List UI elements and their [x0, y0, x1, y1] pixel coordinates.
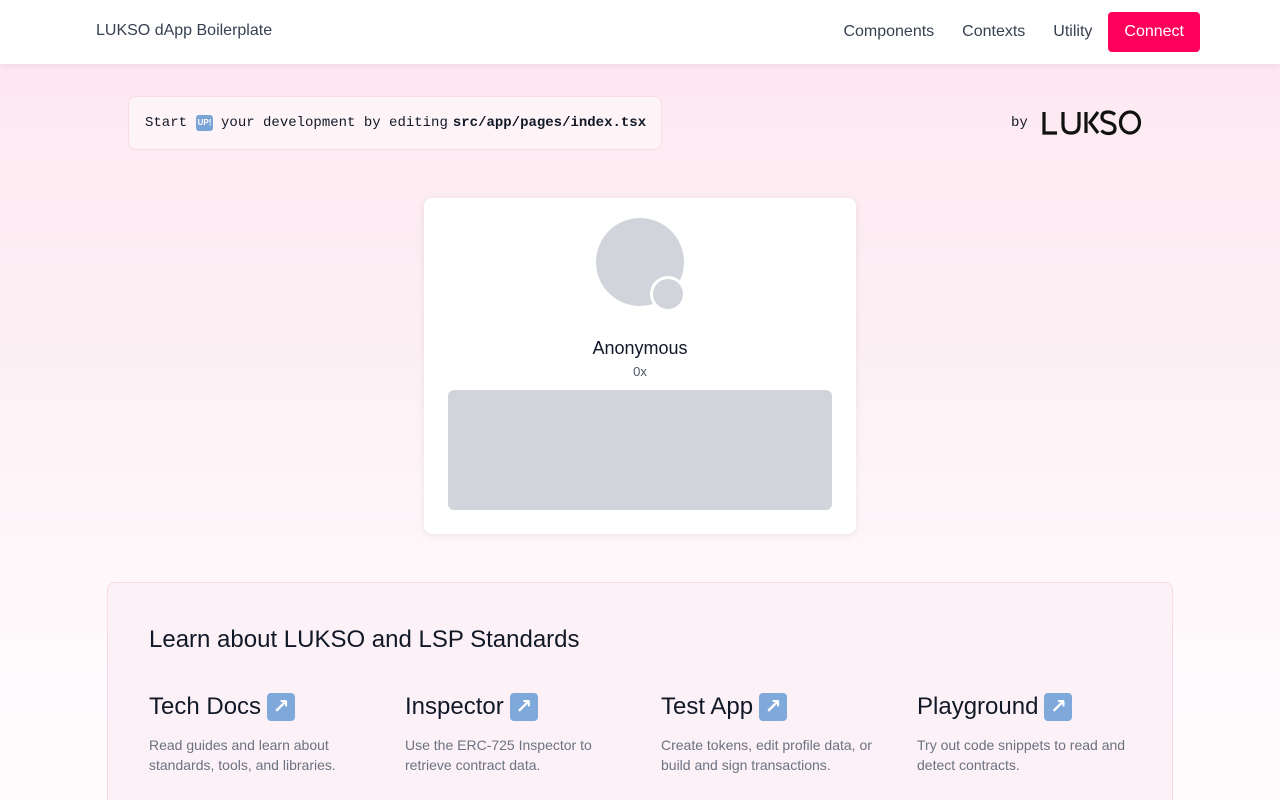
- up-emoji-icon: UP!: [196, 115, 214, 131]
- learn-section-title: Learn about LUKSO and LSP Standards: [149, 626, 580, 653]
- learn-card-playground[interactable]: Playground ↗ Try out code snippets to re…: [917, 693, 1147, 775]
- banner-file-path: src/app/pages/index.tsx: [452, 115, 647, 131]
- by-label: by: [1011, 115, 1028, 131]
- banner-prefix: Start: [145, 115, 188, 131]
- learn-card-description: Create tokens, edit profile data, or bui…: [661, 737, 872, 773]
- profile-address: 0x: [633, 364, 647, 379]
- learn-card-description: Try out code snippets to read and detect…: [917, 737, 1126, 773]
- nav-contexts[interactable]: Contexts: [962, 23, 1025, 41]
- profile-card: Anonymous 0x: [424, 198, 856, 534]
- learn-card-title-row: Tech Docs ↗: [149, 693, 379, 721]
- learn-card-title-row: Playground ↗: [917, 693, 1147, 721]
- learn-card-title-row: Inspector ↗: [405, 693, 635, 721]
- profile-name: Anonymous: [592, 338, 688, 358]
- learn-card-title: Tech Docs: [149, 693, 262, 720]
- start-development-banner: Start UP! your development by editing sr…: [128, 96, 662, 150]
- main-nav: Components Contexts Utility Connect: [843, 12, 1200, 52]
- by-lukso: by: [1011, 108, 1142, 138]
- brand-title[interactable]: LUKSO dApp Boilerplate: [96, 22, 272, 40]
- learn-card-title: Playground: [917, 693, 1039, 720]
- top-navigation-bar: LUKSO dApp Boilerplate Components Contex…: [0, 0, 1280, 64]
- external-link-arrow-icon: ↗: [267, 693, 296, 721]
- profile-content-placeholder: [448, 390, 832, 510]
- learn-section: Learn about LUKSO and LSP Standards Tech…: [107, 582, 1173, 800]
- lukso-logo[interactable]: [1042, 110, 1142, 136]
- learn-card-title-row: Test App ↗: [661, 693, 891, 721]
- nav-components[interactable]: Components: [843, 23, 934, 41]
- connect-button[interactable]: Connect: [1108, 12, 1200, 52]
- learn-card-test-app[interactable]: Test App ↗ Create tokens, edit profile d…: [661, 693, 891, 775]
- learn-card-title: Test App: [661, 693, 754, 720]
- external-link-arrow-icon: ↗: [759, 693, 788, 721]
- profile-identicon: [650, 276, 686, 312]
- learn-card-description: Read guides and learn about standards, t…: [149, 737, 336, 773]
- learn-card-title: Inspector: [405, 693, 504, 720]
- external-link-arrow-icon: ↗: [1044, 693, 1073, 721]
- banner-middle-text: your development by editing: [221, 115, 448, 131]
- nav-utility[interactable]: Utility: [1053, 23, 1092, 41]
- learn-card-inspector[interactable]: Inspector ↗ Use the ERC-725 Inspector to…: [405, 693, 635, 775]
- external-link-arrow-icon: ↗: [509, 693, 538, 721]
- learn-card-tech-docs[interactable]: Tech Docs ↗ Read guides and learn about …: [149, 693, 379, 775]
- learn-card-description: Use the ERC-725 Inspector to retrieve co…: [405, 737, 592, 773]
